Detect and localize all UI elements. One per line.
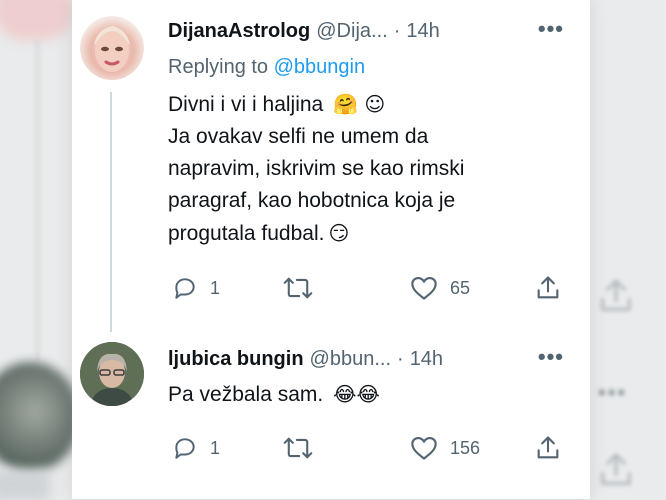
background-avatar-blur — [0, 362, 80, 472]
tweet-text-line: Divni i vi i haljina 🤗 ☺ — [168, 92, 386, 116]
reply-icon — [175, 278, 195, 299]
share-icon — [537, 276, 559, 299]
background-thread-line — [36, 40, 39, 360]
reply-icon — [175, 438, 195, 459]
tweet-header: DijanaAstrolog @Dija... · 14h — [168, 16, 440, 46]
like-button[interactable]: 156 — [410, 431, 480, 465]
tweet-text: Pa vežbala sam. 😂😂 — [168, 378, 488, 411]
share-button[interactable] — [534, 431, 562, 465]
reply-button[interactable]: 1 — [172, 271, 220, 305]
avatar[interactable] — [80, 342, 144, 406]
timestamp[interactable]: 14h — [410, 348, 443, 371]
smirk-emoji: 😏 — [328, 221, 350, 245]
background-blur — [0, 0, 74, 40]
laughing-emoji: 😂😂 — [333, 382, 380, 406]
like-count: 65 — [450, 277, 471, 298]
avatar[interactable] — [80, 16, 144, 80]
tweet-text-line: progutala fudbal. 😏 — [168, 221, 350, 245]
like-icon — [411, 277, 437, 300]
tweet-text-line: Pa vežbala sam. 😂😂 — [168, 382, 380, 406]
like-icon — [411, 437, 437, 460]
tweet-text: Divni i vi i haljina 🤗 ☺ Ja ovakav selfi… — [168, 88, 488, 250]
hug-and-smile-emoji: 🤗 ☺ — [333, 92, 386, 116]
retweet-icon — [283, 277, 313, 299]
like-button[interactable]: 65 — [410, 271, 470, 305]
tweet-thread-card: DijanaAstrolog @Dija... · 14h ••• Replyi… — [72, 0, 590, 499]
display-name[interactable]: ljubica bungin — [168, 348, 304, 371]
mention-link[interactable]: @bbungin — [274, 56, 365, 78]
retweet-button[interactable] — [283, 431, 325, 465]
display-name[interactable]: DijanaAstrolog — [168, 20, 310, 43]
tweet-ljubica[interactable]: ljubica bungin @bbun... · 14h ••• Pa vež… — [72, 330, 590, 499]
retweet-button[interactable] — [283, 271, 325, 305]
replying-to-label: Replying to — [168, 56, 269, 78]
background-blur-bottom — [0, 470, 50, 500]
reply-count: 1 — [210, 437, 221, 458]
more-icon[interactable]: ••• — [538, 344, 564, 370]
tweet-actions: 1 156 — [168, 431, 568, 465]
tweet-text-line: Ja ovakav selfi ne umem da — [168, 125, 429, 148]
separator-dot: · — [393, 19, 401, 42]
reply-button[interactable]: 1 — [172, 431, 220, 465]
tweet-header: ljubica bungin @bbun... · 14h — [168, 344, 443, 374]
user-handle[interactable]: @Dija... — [316, 20, 387, 43]
replying-to: Replying to @bbungin — [168, 56, 365, 79]
more-icon[interactable]: ••• — [538, 16, 564, 42]
like-count: 156 — [450, 437, 481, 458]
background-share-icon-2 — [596, 450, 636, 490]
share-button[interactable] — [534, 271, 562, 305]
tweet-text-line: napravim, iskrivim se kao rimski — [168, 157, 465, 180]
background-share-icon — [596, 276, 636, 316]
retweet-icon — [283, 437, 313, 459]
user-handle[interactable]: @bbun... — [310, 348, 391, 371]
background-more-icon: ••• — [598, 380, 628, 405]
reply-count: 1 — [210, 277, 221, 298]
share-icon — [537, 436, 559, 459]
separator-dot: · — [397, 347, 404, 370]
tweet-actions: 1 65 — [168, 271, 568, 305]
timestamp[interactable]: 14h — [406, 20, 439, 43]
tweet-text-line: paragraf, kao hobotnica koja je — [168, 189, 456, 212]
tweet-dijana[interactable]: DijanaAstrolog @Dija... · 14h ••• Replyi… — [72, 0, 590, 330]
